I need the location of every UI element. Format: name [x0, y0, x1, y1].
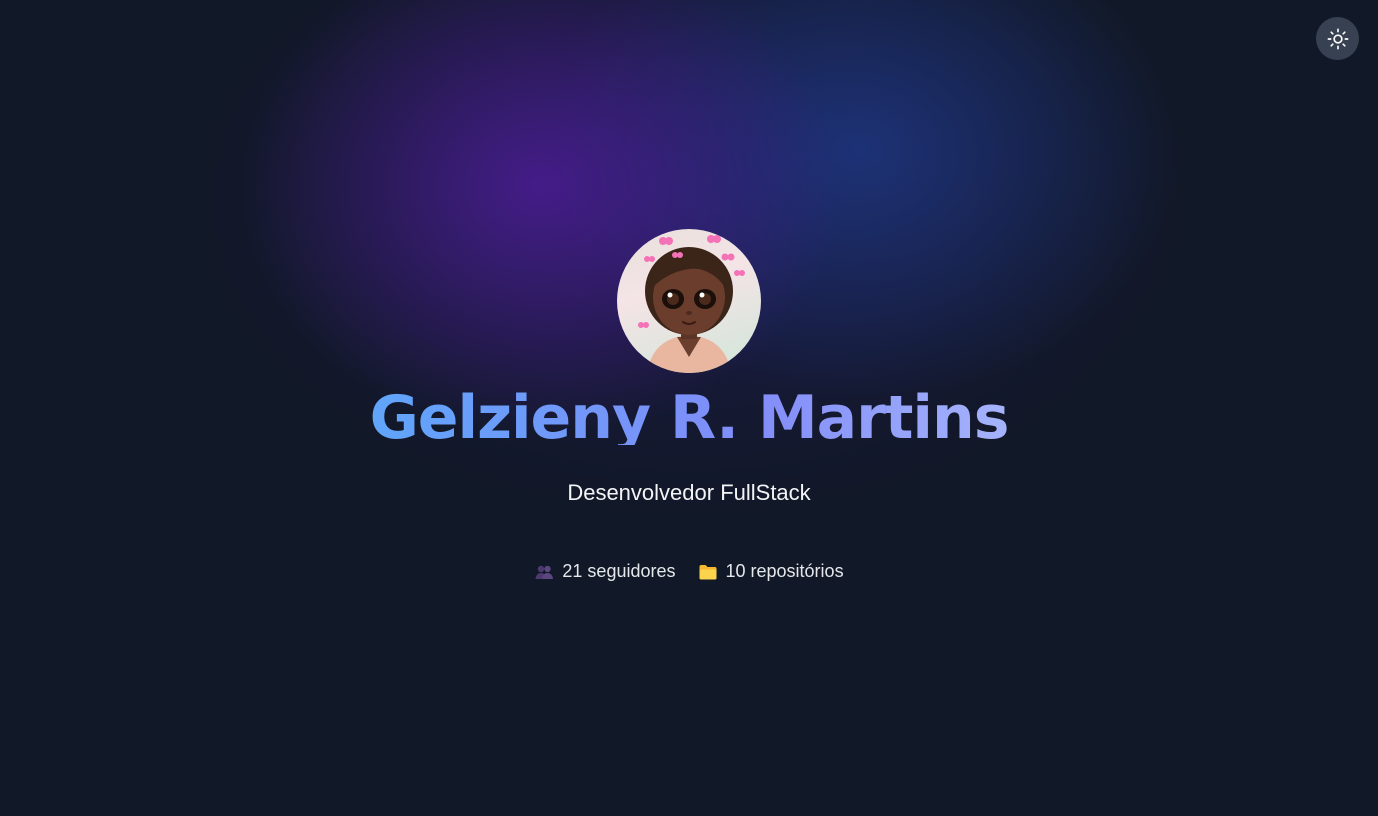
folder-icon: [699, 564, 716, 579]
repos-stat: 10 repositórios: [698, 561, 844, 582]
profile-name: Gelzieny R. Martins: [369, 383, 1009, 445]
followers-stat: 21 seguidores: [534, 561, 676, 582]
people-icon: [535, 565, 554, 579]
avatar-illustration: [638, 235, 745, 373]
repos-count: 10 repositórios: [725, 561, 844, 581]
sun-icon: [1327, 28, 1348, 49]
profile-header: Gelzieny R. Martins Desenvolvedor FullSt…: [0, 229, 1378, 582]
theme-toggle-button[interactable]: [1316, 17, 1359, 60]
profile-stats: 21 seguidores 10 repositórios: [534, 561, 844, 582]
followers-count: 21 seguidores: [562, 561, 676, 581]
avatar: [617, 229, 761, 373]
profile-page: Gelzieny R. Martins Desenvolvedor FullSt…: [0, 0, 1378, 816]
profile-role: Desenvolvedor FullStack: [567, 480, 811, 505]
